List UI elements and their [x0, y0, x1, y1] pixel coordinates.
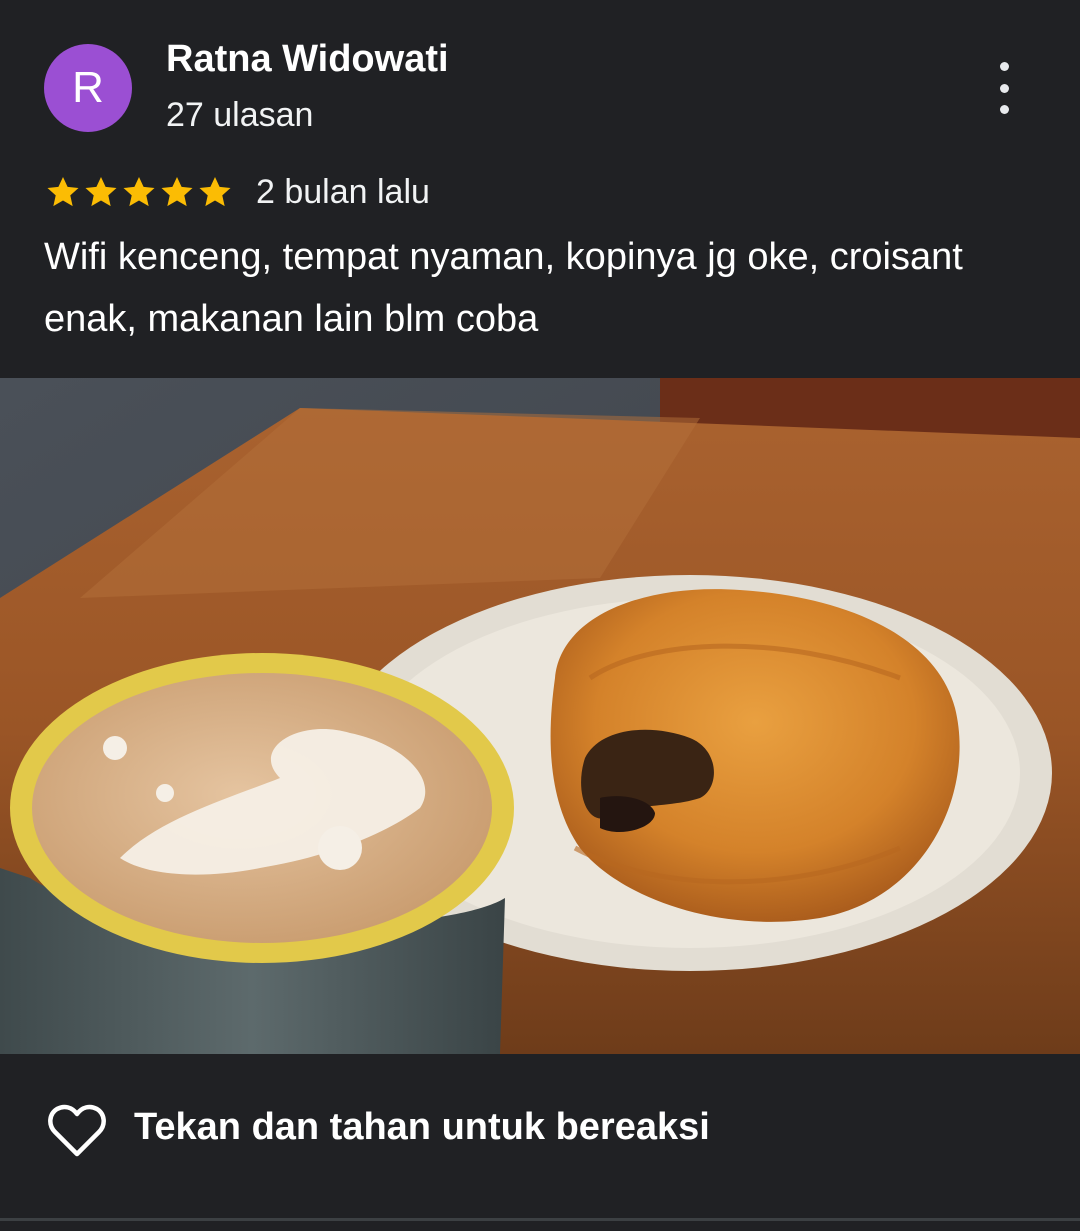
divider — [0, 1218, 1080, 1221]
review-photo[interactable] — [0, 378, 1080, 1054]
star-rating — [44, 173, 234, 211]
more-options-icon[interactable] — [984, 62, 1024, 114]
review-text: Wifi kenceng, tempat nyaman, kopinya jg … — [44, 236, 963, 340]
coffee-and-pastry-image — [0, 378, 1080, 1054]
review-header: R Ratna Widowati 27 ulasan 2 bulan lalu … — [0, 0, 1080, 378]
heart-outline-icon[interactable] — [48, 1104, 106, 1158]
star-icon — [47, 176, 79, 207]
star-icon — [161, 176, 193, 207]
react-hint-label[interactable]: Tekan dan tahan untuk bereaksi — [134, 1106, 710, 1149]
review-date: 2 bulan lalu — [256, 172, 430, 211]
star-icon — [85, 176, 117, 207]
rating-row: 2 bulan lalu — [44, 170, 430, 214]
avatar[interactable]: R — [44, 44, 132, 132]
star-icon — [123, 176, 155, 207]
reviewer-review-count[interactable]: 27 ulasan — [166, 96, 313, 135]
reviewer-name[interactable]: Ratna Widowati — [166, 38, 449, 81]
avatar-initial: R — [72, 63, 104, 112]
star-icon — [199, 176, 231, 207]
